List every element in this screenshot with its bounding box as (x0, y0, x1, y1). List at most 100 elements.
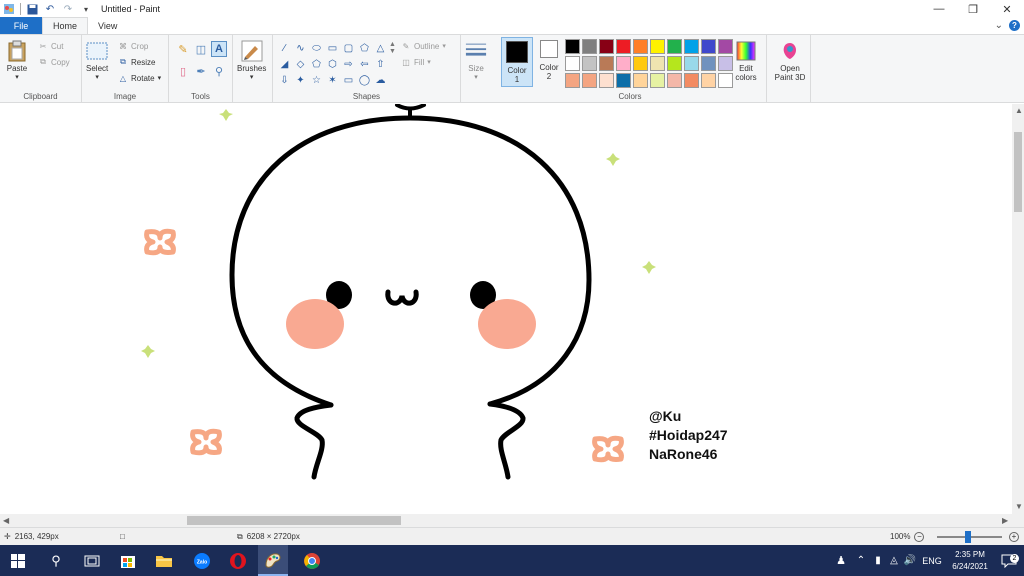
rotate-button[interactable]: △ Rotate ▾ (118, 73, 161, 83)
curve-shape-icon[interactable]: ∿ (293, 41, 308, 56)
brushes-button[interactable]: Brushes ▾ (237, 40, 266, 81)
paint-taskbar-icon[interactable] (258, 545, 288, 576)
magnifier-icon[interactable]: ⚲ (211, 63, 227, 79)
color-swatch[interactable] (565, 56, 580, 71)
start-button[interactable] (4, 545, 32, 576)
callout-oval-shape-icon[interactable]: ◯ (357, 73, 372, 88)
resize-button[interactable]: ⧉ Resize (118, 57, 155, 67)
cut-button[interactable]: ✂ Cut (38, 41, 64, 51)
color-swatch[interactable] (633, 56, 648, 71)
collapse-ribbon-icon[interactable]: ⌄ (995, 20, 1003, 31)
customize-toolbar-icon[interactable]: ▾ (79, 2, 93, 16)
show-hidden-icons-icon[interactable]: ⌃ (852, 555, 870, 566)
scroll-left-icon[interactable]: ◀ (3, 516, 9, 525)
fill-bucket-icon[interactable]: ◫ (193, 41, 209, 57)
color-swatch[interactable] (599, 56, 614, 71)
up-arrow-shape-icon[interactable]: ⇧ (373, 57, 388, 72)
color-swatch[interactable] (650, 39, 665, 54)
minimize-button[interactable]: — (922, 0, 956, 18)
drawing-canvas[interactable] (0, 104, 1012, 514)
redo-icon[interactable]: ↷ (61, 2, 75, 16)
zoom-in-icon[interactable]: + (1009, 531, 1019, 542)
color-swatch[interactable] (684, 73, 699, 88)
close-button[interactable]: ✕ (990, 0, 1024, 18)
open-paint3d-button[interactable]: Open Paint 3D (770, 40, 810, 82)
left-arrow-shape-icon[interactable]: ⇦ (357, 57, 372, 72)
oval-shape-icon[interactable]: ⬭ (309, 41, 324, 56)
tab-home[interactable]: Home (42, 17, 89, 34)
six-point-star-shape-icon[interactable]: ✶ (325, 73, 340, 88)
store-icon[interactable] (114, 545, 142, 576)
undo-icon[interactable]: ↶ (43, 2, 57, 16)
color-swatch[interactable] (582, 73, 597, 88)
language-indicator[interactable]: ENG (918, 556, 946, 566)
right-arrow-shape-icon[interactable]: ⇨ (341, 57, 356, 72)
color-swatch[interactable] (684, 56, 699, 71)
copy-button[interactable]: ⧉ Copy (38, 57, 70, 67)
color-swatch[interactable] (582, 56, 597, 71)
volume-icon[interactable]: 🔊 (902, 555, 918, 566)
text-tool-icon[interactable]: A (211, 41, 227, 57)
opera-icon[interactable] (224, 545, 252, 576)
color-swatch[interactable] (701, 73, 716, 88)
help-icon[interactable]: ? (1009, 20, 1020, 31)
callout-cloud-shape-icon[interactable]: ☁ (373, 73, 388, 88)
save-icon[interactable] (25, 2, 39, 16)
color-swatch[interactable] (565, 39, 580, 54)
color-swatch[interactable] (650, 56, 665, 71)
scroll-down-icon[interactable]: ▼ (1015, 502, 1023, 511)
zoom-slider-thumb[interactable] (965, 531, 971, 543)
pentagon-shape-icon[interactable]: ⬠ (309, 57, 324, 72)
color-swatch[interactable] (616, 56, 631, 71)
horizontal-scroll-thumb[interactable] (187, 516, 401, 525)
color-swatch[interactable] (633, 73, 648, 88)
battery-icon[interactable]: ▮ (870, 555, 886, 566)
color-swatch[interactable] (616, 73, 631, 88)
vertical-scrollbar[interactable]: ▲ ▼ (1012, 104, 1024, 514)
canvas-text-block[interactable]: @Ku #Hoidap247 NaRone46 (649, 407, 728, 464)
paint-app-icon[interactable] (2, 2, 16, 16)
search-icon[interactable]: ⚲ (42, 545, 70, 576)
four-point-star-shape-icon[interactable]: ✦ (293, 73, 308, 88)
pencil-icon[interactable]: ✎ (175, 41, 191, 57)
paste-button[interactable]: Paste ▾ (6, 40, 28, 81)
color-swatch[interactable] (565, 73, 580, 88)
tab-file[interactable]: File (0, 17, 42, 34)
tab-view[interactable]: View (88, 17, 127, 34)
notifications-icon[interactable]: 2 (994, 553, 1024, 568)
clock[interactable]: 2:35 PM 6/24/2021 (946, 549, 994, 573)
task-view-icon[interactable] (78, 545, 106, 576)
chrome-icon[interactable] (298, 545, 326, 576)
callout-rect-shape-icon[interactable]: ▭ (341, 73, 356, 88)
rounded-rectangle-shape-icon[interactable]: ▢ (341, 41, 356, 56)
vertical-scroll-thumb[interactable] (1014, 132, 1022, 212)
diamond-shape-icon[interactable]: ◇ (293, 57, 308, 72)
color-swatch[interactable] (599, 39, 614, 54)
color-swatch[interactable] (667, 39, 682, 54)
color-swatch[interactable] (684, 39, 699, 54)
eraser-icon[interactable]: ▯ (175, 63, 191, 79)
rotate-dropdown-icon[interactable]: ▾ (158, 74, 162, 82)
zalo-icon[interactable]: Zalo (188, 545, 216, 576)
color-swatch[interactable] (599, 73, 614, 88)
scroll-right-icon[interactable]: ▶ (1002, 516, 1008, 525)
color-swatch[interactable] (616, 39, 631, 54)
brushes-dropdown-icon[interactable]: ▾ (250, 73, 254, 81)
select-dropdown-icon[interactable]: ▾ (95, 73, 99, 81)
color-swatch[interactable] (633, 39, 648, 54)
scroll-up-icon[interactable]: ▲ (1015, 106, 1023, 115)
size-button[interactable]: Size ▾ (465, 40, 487, 81)
outline-button[interactable]: ✎ Outline ▾ (401, 41, 446, 51)
paste-dropdown-icon[interactable]: ▾ (15, 73, 19, 81)
down-arrow-shape-icon[interactable]: ⇩ (277, 73, 292, 88)
color-swatch[interactable] (667, 73, 682, 88)
fill-button[interactable]: ◫ Fill ▾ (401, 57, 431, 67)
wifi-icon[interactable]: ◬ (886, 555, 902, 566)
people-icon[interactable]: ♟ (830, 554, 852, 567)
color-swatch[interactable] (582, 39, 597, 54)
color-swatch[interactable] (667, 56, 682, 71)
file-explorer-icon[interactable] (150, 545, 178, 576)
shapes-scroll[interactable]: ▲ ▼ (389, 41, 396, 55)
color-picker-icon[interactable]: ✒ (193, 63, 209, 79)
color-swatch[interactable] (701, 56, 716, 71)
